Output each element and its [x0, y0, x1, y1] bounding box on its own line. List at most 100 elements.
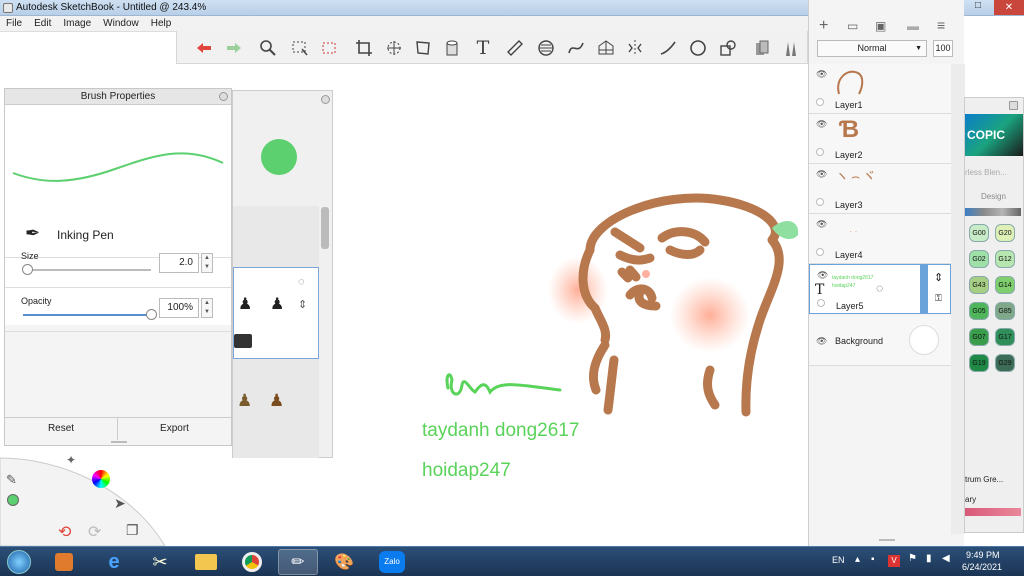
eye-icon[interactable]: 👁	[816, 69, 827, 80]
perspective-icon[interactable]	[595, 37, 617, 59]
copic-swatch-g29[interactable]: G29	[995, 354, 1015, 372]
copic-swatch-g12[interactable]: G12	[995, 250, 1015, 268]
background-color-swatch[interactable]	[909, 325, 939, 355]
snipping-tool-icon[interactable]: ✂	[140, 549, 180, 575]
layer-opacity-input[interactable]: 100	[933, 40, 953, 57]
size-input[interactable]: 2.0	[159, 253, 199, 273]
layer-row[interactable]: 👁 · · Layer4	[809, 214, 951, 264]
layer-radio[interactable]	[816, 148, 824, 156]
copy-icon[interactable]: ❐	[126, 522, 139, 539]
resize-grip[interactable]	[111, 441, 127, 443]
trash-icon[interactable]: ▬	[907, 19, 919, 33]
size-slider-handle[interactable]	[21, 264, 33, 275]
reset-button[interactable]: Reset	[5, 418, 118, 440]
tray-icon[interactable]: ▪	[871, 554, 875, 565]
add-layer-icon[interactable]: +	[819, 17, 828, 35]
copic-swatch-g02[interactable]: G02	[969, 250, 989, 268]
undo-icon[interactable]	[193, 37, 215, 59]
chrome-icon[interactable]	[232, 549, 272, 575]
layer-scrollbar[interactable]	[951, 64, 965, 534]
resize-grip[interactable]	[879, 539, 895, 541]
brush-icon[interactable]: ✦	[66, 453, 76, 467]
ellipse-guide-icon[interactable]	[535, 37, 557, 59]
tray-arrow-icon[interactable]: ▴	[855, 554, 860, 565]
color-strip[interactable]	[965, 208, 1021, 216]
dotted-circle-icon[interactable]: ◌	[876, 281, 883, 295]
copic-swatch-g07[interactable]: G07	[969, 328, 989, 346]
layer-radio[interactable]	[817, 299, 825, 307]
zalo-icon[interactable]: Zalo	[372, 549, 412, 575]
opacity-stepper[interactable]: ▲ ▼	[201, 298, 213, 318]
crop-icon[interactable]	[353, 37, 375, 59]
pen-brush-icon[interactable]: ♟	[270, 294, 284, 314]
lock-icon[interactable]: ⚿	[935, 293, 942, 304]
export-button[interactable]: Export	[118, 418, 231, 440]
clock-time[interactable]: 9:49 PM	[966, 550, 1000, 560]
eye-icon[interactable]: 👁	[816, 219, 827, 230]
menu-window[interactable]: Window	[97, 16, 145, 31]
circle-icon[interactable]	[687, 37, 709, 59]
sketchbook-icon[interactable]: ✏	[278, 549, 318, 575]
layer-radio[interactable]	[816, 248, 824, 256]
line-icon[interactable]	[657, 37, 679, 59]
copic-swatch-g43[interactable]: G43	[969, 276, 989, 294]
shapes-icon[interactable]	[717, 37, 739, 59]
menu-edit[interactable]: Edit	[28, 16, 57, 31]
symmetry-icon[interactable]	[624, 37, 646, 59]
layer-row[interactable]: 👁 Layer1	[809, 64, 951, 114]
blend-mode-select[interactable]: Normal ▼	[817, 40, 927, 57]
layer-row[interactable]: 👁 Background	[809, 316, 951, 366]
ruler-icon[interactable]	[504, 37, 526, 59]
lasso-icon[interactable]	[319, 37, 341, 59]
reorder-icon[interactable]: ⇕	[298, 298, 307, 311]
internet-explorer-icon[interactable]: e	[94, 549, 134, 575]
reorder-icon[interactable]: ⇕	[934, 271, 943, 284]
network-icon[interactable]: ▮	[926, 553, 932, 564]
transform-icon[interactable]	[383, 37, 405, 59]
eye-icon[interactable]: 👁	[817, 270, 828, 281]
file-explorer-icon[interactable]	[186, 549, 226, 575]
brush-set-icon[interactable]	[780, 37, 802, 59]
select-arrow-icon[interactable]: ➤	[114, 495, 126, 512]
menu-image[interactable]: Image	[57, 16, 97, 31]
clock-date[interactable]: 6/24/2021	[962, 562, 1002, 572]
close-icon[interactable]	[1009, 101, 1018, 110]
language-indicator[interactable]: EN	[832, 555, 845, 565]
current-color-swatch[interactable]	[261, 139, 297, 175]
size-stepper[interactable]: ▲ ▼	[201, 253, 213, 273]
brush-icon[interactable]: ♟	[269, 391, 284, 411]
brush-icon[interactable]: ♟	[237, 391, 252, 411]
menu-file[interactable]: File	[0, 16, 28, 31]
layer-row-selected[interactable]: 👁 T taydanh dong2617 hoidap247 ◌ Layer5 …	[809, 264, 951, 314]
copic-icon[interactable]	[751, 37, 773, 59]
opacity-input[interactable]: 100%	[159, 298, 199, 318]
copic-swatch-g19[interactable]: G19	[969, 354, 989, 372]
layer-radio[interactable]	[816, 98, 824, 106]
image-icon[interactable]: ▣	[875, 19, 886, 33]
undo-icon[interactable]: ⟲	[58, 522, 71, 542]
close-icon[interactable]	[321, 95, 330, 104]
action-center-icon[interactable]: ⚑	[908, 553, 917, 564]
eye-icon[interactable]: 👁	[816, 169, 827, 180]
pencil-brush-icon[interactable]: ♟	[238, 294, 252, 314]
copic-swatch-g00[interactable]: G00	[969, 224, 989, 242]
redo-icon[interactable]	[223, 37, 245, 59]
menu-icon[interactable]: ≡	[937, 17, 945, 33]
pencil-icon[interactable]: ✎	[6, 472, 17, 488]
copic-swatch-g05[interactable]: G05	[969, 302, 989, 320]
zoom-icon[interactable]	[257, 37, 279, 59]
maximize-button[interactable]: □	[975, 0, 981, 11]
start-orb-icon[interactable]	[2, 549, 36, 575]
scrollbar-thumb[interactable]	[321, 207, 329, 249]
eye-icon[interactable]: 👁	[816, 336, 827, 347]
eye-icon[interactable]: 👁	[816, 119, 827, 130]
close-button[interactable]: ✕	[994, 0, 1024, 15]
folder-icon[interactable]: ▭	[847, 19, 858, 33]
volume-icon[interactable]: ◀	[942, 553, 950, 564]
marker-brush-icon[interactable]	[234, 334, 252, 348]
copic-swatch-g17[interactable]: G17	[995, 328, 1015, 346]
redo-icon[interactable]: ⟳	[88, 522, 101, 542]
size-slider[interactable]	[23, 269, 151, 271]
layer-radio[interactable]	[816, 198, 824, 206]
french-curve-icon[interactable]	[565, 37, 587, 59]
